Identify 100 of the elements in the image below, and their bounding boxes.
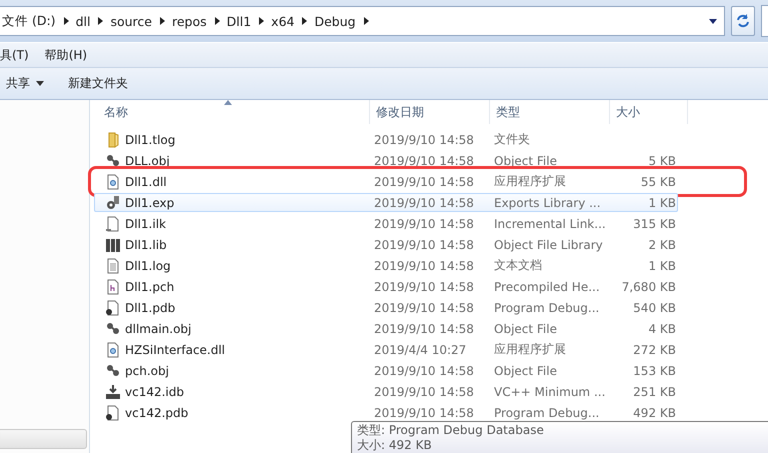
search-field[interactable] [761,5,768,37]
file-size: 2 KB [647,238,676,252]
file-row[interactable]: Dll1.pdb 2019/9/10 14:58 Program Debug... 540 KB [94,298,678,317]
file-type: Object File [493,322,558,336]
gears-icon [105,320,121,336]
file-type: 应用程序扩展 [493,173,567,190]
file-type: Precompiled He... [493,280,601,294]
modified-date: 2019/9/10 14:58 [373,154,475,168]
download-tray-icon [105,384,121,400]
file-type: Program Debug... [493,406,600,420]
breadcrumb[interactable]: x64 [269,14,296,28]
hovered-file-row[interactable]: Dll1.exp 2019/9/10 14:58 Exports Library ... 1 KB [94,193,678,212]
gear-document-icon [105,342,121,358]
menu-item[interactable]: 具(T) [0,46,29,64]
file-name: DLL.obj [125,154,170,168]
modified-date: 2019/9/10 14:58 [373,364,475,378]
file-size: 55 KB [640,174,676,188]
address-bar[interactable]: 文件 (D:) dll source repos Dll1 x64 Debug [0,6,725,36]
modified-date: 2019/9/10 14:58 [373,132,475,146]
gears-icon [105,362,121,378]
modified-date: 2019/9/10 14:58 [373,216,475,230]
breadcrumb[interactable]: Debug [312,14,358,28]
file-type: VC++ Minimum ... [493,384,606,398]
file-name: Dll1.lib [125,238,167,252]
file-name: pch.obj [125,364,169,378]
file-type: Object File Library [493,238,604,252]
file-type: Incremental Link... [493,216,607,230]
modified-date: 2019/9/10 14:58 [373,406,475,420]
sort-arrow-icon [224,100,232,105]
header-document-icon [105,278,121,294]
modified-date: 2019/9/10 14:58 [373,280,475,294]
file-size: 251 KB [632,384,676,398]
file-name: Dll1.dll [125,174,167,188]
breadcrumb[interactable]: source [108,14,154,28]
tooltip-text: 大小: 492 KB [357,438,433,452]
file-type: Exports Library ... [493,196,602,210]
file-row[interactable]: DLL.obj 2019/9/10 14:58 Object File 5 KB [94,151,678,170]
scrollbar-thumb[interactable] [0,429,87,449]
toolbar-button[interactable]: 共享 [6,75,44,92]
file-size: 4 KB [647,322,676,336]
debug-document-icon [105,300,121,316]
file-size: 540 KB [632,300,676,314]
gear-document-icon [105,174,121,190]
text-document-icon [105,258,121,274]
modified-date: 2019/9/10 14:58 [373,322,475,336]
file-row[interactable]: vc142.pdb 2019/9/10 14:58 Program Debug... 492 KB [94,403,678,422]
file-name: vc142.pdb [125,406,188,420]
file-name: vc142.idb [125,384,184,398]
file-row[interactable]: Dll1.lib 2019/9/10 14:58 Object File Library 2 KB [94,235,678,254]
debug-document-icon [105,404,121,420]
books-icon [105,236,121,252]
file-size: 272 KB [632,342,676,356]
file-size: 7,680 KB [620,280,676,294]
file-type: Object File [493,154,558,168]
modified-date: 2019/4/4 10:27 [373,342,468,356]
highlighted-file-row[interactable]: Dll1.dll 2019/9/10 14:58 应用程序扩展 55 KB [94,172,741,191]
file-row[interactable]: Dll1.tlog 2019/9/10 14:58 文件夹 [94,130,678,149]
tooltip-text: 类型: Program Debug Database [357,423,545,437]
file-name: Dll1.pch [125,280,174,294]
file-row[interactable]: pch.obj 2019/9/10 14:58 Object File 153 KB [94,361,678,380]
file-name: dllmain.obj [125,322,192,336]
refresh-icon [735,13,751,29]
document-icon [105,216,121,232]
file-row[interactable]: vc142.idb 2019/9/10 14:58 VC++ Minimum ... 251 KB [94,382,678,401]
file-size: 5 KB [647,154,676,168]
file-row[interactable]: HZSiInterface.dll 2019/4/4 10:27 应用程序扩展 272 KB [94,340,678,359]
file-name: Dll1.tlog [125,132,176,146]
modified-date: 2019/9/10 14:58 [373,238,475,252]
gear-icon [105,194,121,210]
file-size: 1 KB [647,196,676,210]
file-type: Object File [493,364,558,378]
file-name: Dll1.ilk [125,216,166,230]
breadcrumb[interactable]: repos [170,14,209,28]
file-type: Program Debug... [493,300,600,314]
breadcrumb[interactable]: dll [74,14,92,28]
dropdown-arrow-icon[interactable] [708,17,718,25]
breadcrumb[interactable]: Dll1 [224,14,254,28]
file-row[interactable]: Dll1.log 2019/9/10 14:58 文本文档 1 KB [94,256,678,275]
file-row[interactable]: Dll1.pch 2019/9/10 14:58 Precompiled He... 7,680 KB [94,277,678,296]
file-name: Dll1.exp [125,196,174,210]
menu-item[interactable]: 帮助(H) [44,46,88,64]
file-row[interactable]: Dll1.ilk 2019/9/10 14:58 Incremental Link... 315 KB [94,214,678,233]
modified-date: 2019/9/10 14:58 [373,300,475,314]
file-size: 153 KB [632,364,676,378]
file-size: 492 KB [632,406,676,420]
file-name: Dll1.pdb [125,300,176,314]
file-name: HZSiInterface.dll [125,342,226,356]
modified-date: 2019/9/10 14:58 [373,174,475,188]
modified-date: 2019/9/10 14:58 [373,384,475,398]
file-type: 文件夹 [493,131,531,148]
breadcrumb[interactable]: 文件 (D:) [0,12,58,30]
file-row[interactable]: dllmain.obj 2019/9/10 14:58 Object File 4 KB [94,319,678,338]
file-name: Dll1.log [125,258,171,272]
modified-date: 2019/9/10 14:58 [373,258,475,272]
modified-date: 2019/9/10 14:58 [373,196,475,210]
file-size: 315 KB [632,216,676,230]
file-type: 应用程序扩展 [493,341,567,358]
file-size: 1 KB [647,258,676,272]
refresh-button[interactable] [731,6,755,36]
toolbar-button[interactable]: 新建文件夹 [68,75,128,92]
